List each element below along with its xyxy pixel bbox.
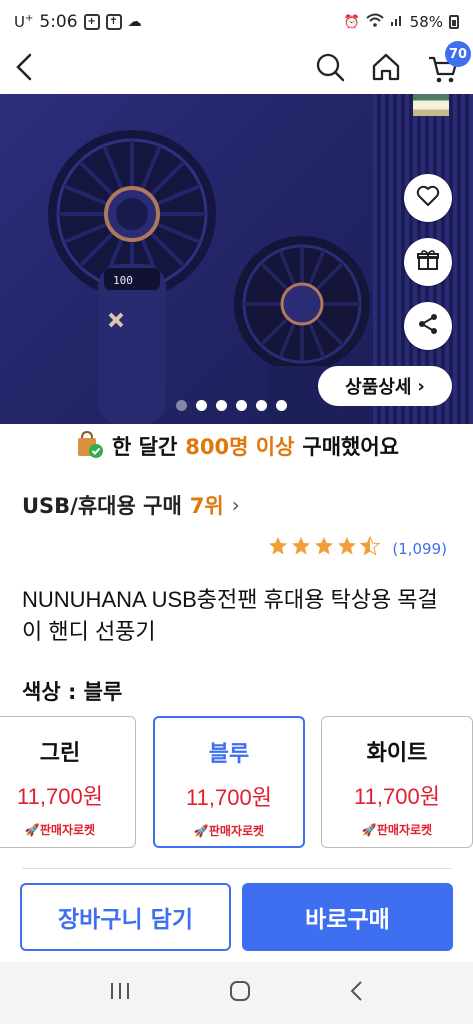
signal-icon bbox=[390, 13, 404, 31]
cloud-icon: ☁ bbox=[127, 14, 142, 30]
system-back-icon[interactable] bbox=[349, 980, 365, 1006]
back-icon[interactable] bbox=[14, 52, 34, 86]
selected-color-label: 색상 : 블루 bbox=[22, 680, 123, 704]
review-count: (1,099) bbox=[392, 539, 447, 558]
carrier-label: U+ bbox=[14, 13, 34, 31]
rocket-icon: 🚀 bbox=[24, 823, 40, 837]
gift-button[interactable] bbox=[404, 238, 452, 286]
chevron-right-icon: › bbox=[417, 375, 425, 397]
category-rank[interactable]: USB/휴대용 구매 7위 › bbox=[22, 490, 240, 520]
heart-icon bbox=[416, 185, 440, 211]
notification-plus-icon: + bbox=[83, 14, 100, 30]
purchase-count-banner: 한 달간 800명 이상 구매했어요 bbox=[0, 424, 473, 468]
recent-apps-icon[interactable] bbox=[109, 981, 131, 1005]
share-button[interactable] bbox=[404, 302, 452, 350]
battery-percent: 58% bbox=[409, 13, 443, 31]
carousel-dot[interactable] bbox=[196, 400, 207, 411]
carousel-indicator bbox=[176, 400, 287, 411]
gift-icon bbox=[416, 248, 440, 276]
search-icon[interactable] bbox=[315, 52, 345, 86]
rocket-icon: 🚀 bbox=[193, 824, 209, 838]
product-detail-label: 상품상세 bbox=[345, 377, 412, 398]
share-icon bbox=[416, 312, 440, 340]
buyers-prefix: 한 달간 bbox=[112, 435, 178, 459]
seller-rocket-badge: 🚀판매자로켓 bbox=[193, 824, 265, 838]
rank-category: USB/휴대용 구매 bbox=[22, 494, 182, 518]
wifi-icon bbox=[365, 13, 384, 31]
status-time: 5:06 bbox=[39, 12, 78, 32]
product-title: NUNUHANA USB충전팬 휴대용 탁상용 목걸이 핸디 선풍기 bbox=[22, 587, 438, 644]
color-option-green[interactable]: 그린 11,700원 🚀판매자로켓 bbox=[0, 716, 136, 848]
chevron-right-icon: › bbox=[231, 493, 240, 517]
product-detail-button[interactable]: 상품상세 › bbox=[318, 366, 452, 406]
color-option-blue[interactable]: 블루 11,700원 🚀판매자로켓 bbox=[153, 716, 305, 848]
option-price: 11,700원 bbox=[354, 784, 440, 809]
buyers-suffix: 구매했어요 bbox=[302, 435, 399, 459]
svg-text:100: 100 bbox=[113, 274, 133, 287]
option-price: 11,700원 bbox=[186, 785, 272, 810]
color-option-white[interactable]: 화이트 11,700원 🚀판매자로켓 bbox=[321, 716, 473, 848]
rank-position: 7위 bbox=[189, 494, 224, 518]
notification-cross-icon: ✝ bbox=[105, 14, 122, 30]
shopping-bag-check-icon bbox=[74, 429, 104, 464]
carousel-dot[interactable] bbox=[216, 400, 227, 411]
carousel-dot[interactable] bbox=[256, 400, 267, 411]
cart-button[interactable]: 70 bbox=[427, 41, 471, 85]
status-bar: U+ 5:06 + ✝ ☁ ⏰ 58% bbox=[0, 0, 473, 44]
home-button-icon[interactable] bbox=[228, 979, 252, 1007]
seller-rocket-badge: 🚀판매자로켓 bbox=[361, 823, 433, 837]
star-rating-icon bbox=[268, 535, 384, 561]
alarm-icon: ⏰ bbox=[343, 14, 360, 30]
option-name: 그린 bbox=[39, 741, 81, 766]
divider bbox=[22, 868, 452, 869]
cart-icon bbox=[427, 56, 459, 89]
option-name: 블루 bbox=[208, 742, 250, 767]
seller-rocket-badge: 🚀판매자로켓 bbox=[24, 823, 96, 837]
carousel-dot[interactable] bbox=[236, 400, 247, 411]
buyers-highlight: 800명 이상 bbox=[185, 435, 295, 459]
carousel-dot[interactable] bbox=[276, 400, 287, 411]
wishlist-button[interactable] bbox=[404, 174, 452, 222]
cart-count-badge: 70 bbox=[445, 41, 471, 67]
rocket-icon: 🚀 bbox=[361, 823, 377, 837]
buy-now-button[interactable]: 바로구매 bbox=[242, 883, 453, 951]
add-to-cart-button[interactable]: 장바구니 담기 bbox=[20, 883, 231, 951]
battery-icon bbox=[449, 15, 459, 29]
product-rating[interactable]: (1,099) bbox=[268, 535, 447, 561]
home-icon[interactable] bbox=[371, 52, 401, 86]
carousel-dot[interactable] bbox=[176, 400, 187, 411]
option-name: 화이트 bbox=[366, 741, 428, 766]
product-image-carousel[interactable]: 100 상품상세 › bbox=[0, 94, 473, 424]
option-price: 11,700원 bbox=[17, 784, 103, 809]
top-nav: 70 bbox=[0, 41, 473, 94]
system-navigation-bar bbox=[0, 962, 473, 1024]
